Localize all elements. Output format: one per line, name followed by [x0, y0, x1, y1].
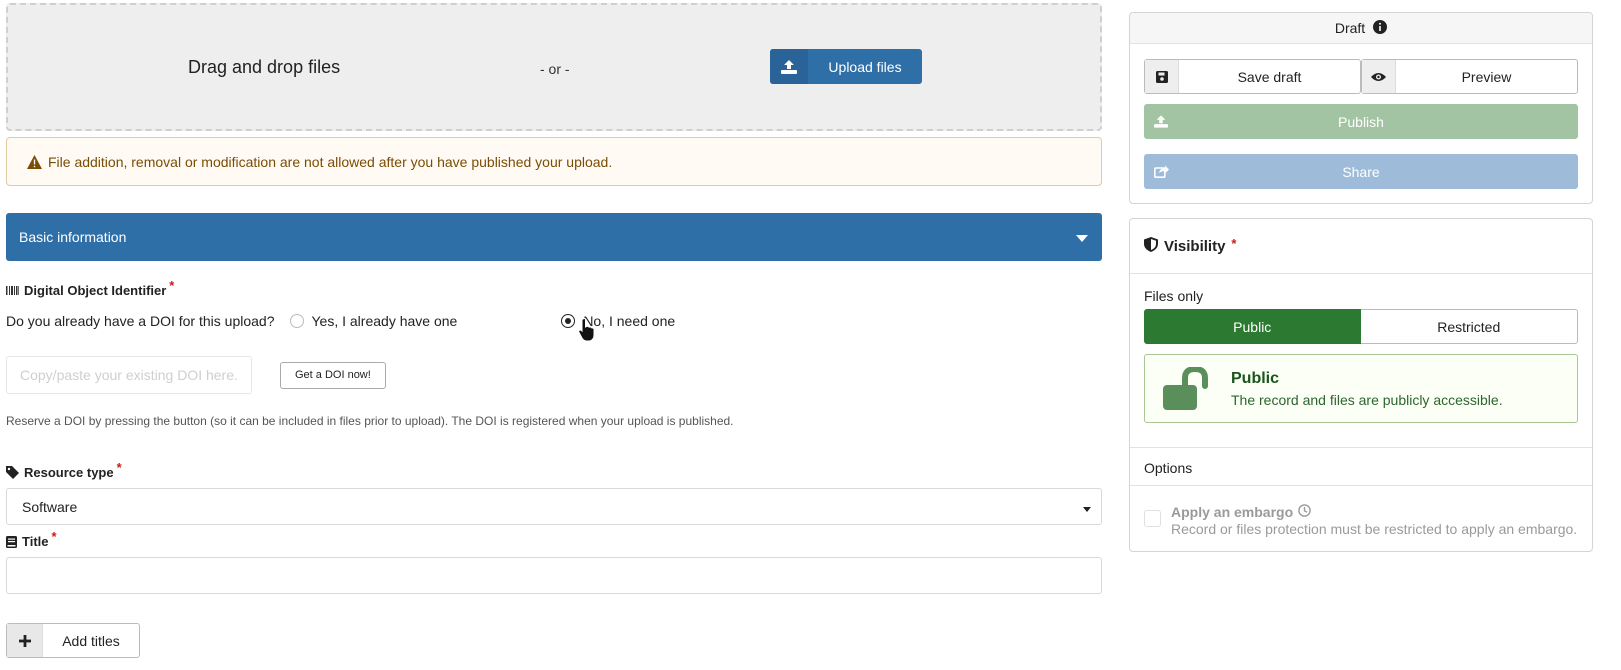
doi-question-row: Do you already have a DOI for this uploa…	[6, 311, 1102, 331]
embargo-option: Apply an embargo Record or files protect…	[1130, 486, 1592, 551]
eye-icon	[1362, 60, 1396, 93]
title-label-text: Title	[22, 534, 49, 549]
doi-yes-radio[interactable]	[289, 314, 304, 328]
resource-type-label-text: Resource type	[24, 465, 114, 480]
share-button[interactable]: Share	[1144, 154, 1578, 189]
save-draft-button[interactable]: Save draft	[1144, 59, 1361, 94]
title-input[interactable]	[6, 557, 1102, 594]
warning-icon	[27, 154, 42, 169]
drag-drop-text: Drag and drop files	[188, 57, 341, 77]
doi-help-text: Reserve a DOI by pressing the button (so…	[6, 414, 734, 428]
save-icon	[1145, 60, 1179, 93]
doi-no-radio[interactable]	[561, 314, 576, 328]
resource-type-value: Software	[22, 498, 78, 515]
visibility-card: Visibility * Files only Public Restricte…	[1129, 218, 1593, 552]
tag-icon	[6, 466, 19, 479]
shield-icon	[1144, 236, 1158, 256]
required-mark: *	[169, 278, 175, 293]
hand-cursor-icon	[578, 318, 596, 345]
visibility-header: Visibility *	[1130, 219, 1592, 274]
basic-information-accordion[interactable]: Basic information	[6, 213, 1102, 261]
doi-input-row: Get a DOI now!	[6, 356, 1102, 394]
doi-field-label: Digital Object Identifier *	[6, 278, 1102, 298]
upload-icon	[1144, 115, 1178, 128]
resource-type-select[interactable]: Software	[6, 488, 1102, 525]
draft-status-label: Draft	[1334, 20, 1366, 36]
doi-question-text: Do you already have a DOI for this uploa…	[6, 313, 275, 329]
book-icon	[6, 535, 17, 548]
file-dropzone[interactable]: Drag and drop files - or - Upload files	[6, 3, 1102, 131]
share-icon	[1144, 165, 1178, 178]
or-separator: - or -	[540, 61, 570, 77]
public-info-message: Public The record and files are publicly…	[1144, 354, 1578, 423]
warning-text: File addition, removal or modification a…	[48, 153, 613, 170]
upload-files-button[interactable]: Upload files	[770, 49, 922, 84]
embargo-title: Apply an embargo	[1171, 504, 1294, 520]
section-title: Basic information	[19, 229, 127, 245]
plus-icon	[7, 624, 43, 657]
publish-warning-message: File addition, removal or modification a…	[6, 137, 1102, 186]
upload-files-label: Upload files	[828, 58, 902, 75]
public-box-title: Public	[1231, 369, 1280, 387]
visibility-title: Visibility	[1164, 237, 1226, 255]
sidebar: Draft Save draft Preview Publish Share V…	[1129, 12, 1593, 552]
add-titles-label: Add titles	[62, 632, 120, 649]
barcode-icon	[6, 286, 19, 295]
publish-button[interactable]: Publish	[1144, 104, 1578, 139]
clock-icon[interactable]	[1298, 504, 1311, 520]
embargo-description: Record or files protection must be restr…	[1171, 521, 1578, 537]
public-toggle-button[interactable]: Public	[1144, 309, 1361, 344]
preview-label: Preview	[1461, 68, 1512, 85]
doi-option-yes[interactable]: Yes, I already have one	[289, 313, 458, 329]
required-mark: *	[116, 460, 122, 475]
upload-icon	[770, 49, 808, 84]
doi-label-text: Digital Object Identifier	[24, 283, 167, 298]
files-only-label: Files only	[1144, 288, 1204, 304]
embargo-title-row: Apply an embargo	[1171, 504, 1577, 520]
embargo-checkbox[interactable]	[1144, 510, 1161, 527]
public-box-description: The record and files are publicly access…	[1231, 391, 1503, 408]
unlock-icon	[1155, 366, 1219, 411]
doi-yes-label: Yes, I already have one	[311, 313, 458, 329]
options-label: Options	[1130, 448, 1592, 486]
share-label: Share	[1342, 163, 1380, 180]
get-doi-button[interactable]: Get a DOI now!	[280, 361, 386, 389]
caret-down-icon	[1076, 229, 1088, 245]
save-draft-label: Save draft	[1237, 68, 1302, 85]
add-titles-button[interactable]: Add titles	[6, 623, 140, 658]
publish-label: Publish	[1338, 113, 1384, 130]
visibility-toggle: Public Restricted	[1144, 309, 1578, 344]
doi-input[interactable]	[6, 356, 252, 394]
caret-down-icon	[1083, 499, 1091, 515]
resource-type-label: Resource type *	[6, 460, 1102, 480]
deposit-form: Drag and drop files - or - Upload files …	[6, 3, 1102, 658]
required-mark: *	[1231, 235, 1237, 251]
draft-actions-card: Draft Save draft Preview Publish Share	[1129, 12, 1593, 204]
doi-no-label: No, I need one	[583, 313, 676, 329]
preview-button[interactable]: Preview	[1361, 59, 1578, 94]
restricted-toggle-button[interactable]: Restricted	[1360, 309, 1578, 344]
info-icon[interactable]	[1373, 19, 1388, 37]
required-mark: *	[51, 529, 57, 544]
title-field-label: Title *	[6, 529, 1102, 549]
draft-status-header: Draft	[1130, 13, 1592, 44]
